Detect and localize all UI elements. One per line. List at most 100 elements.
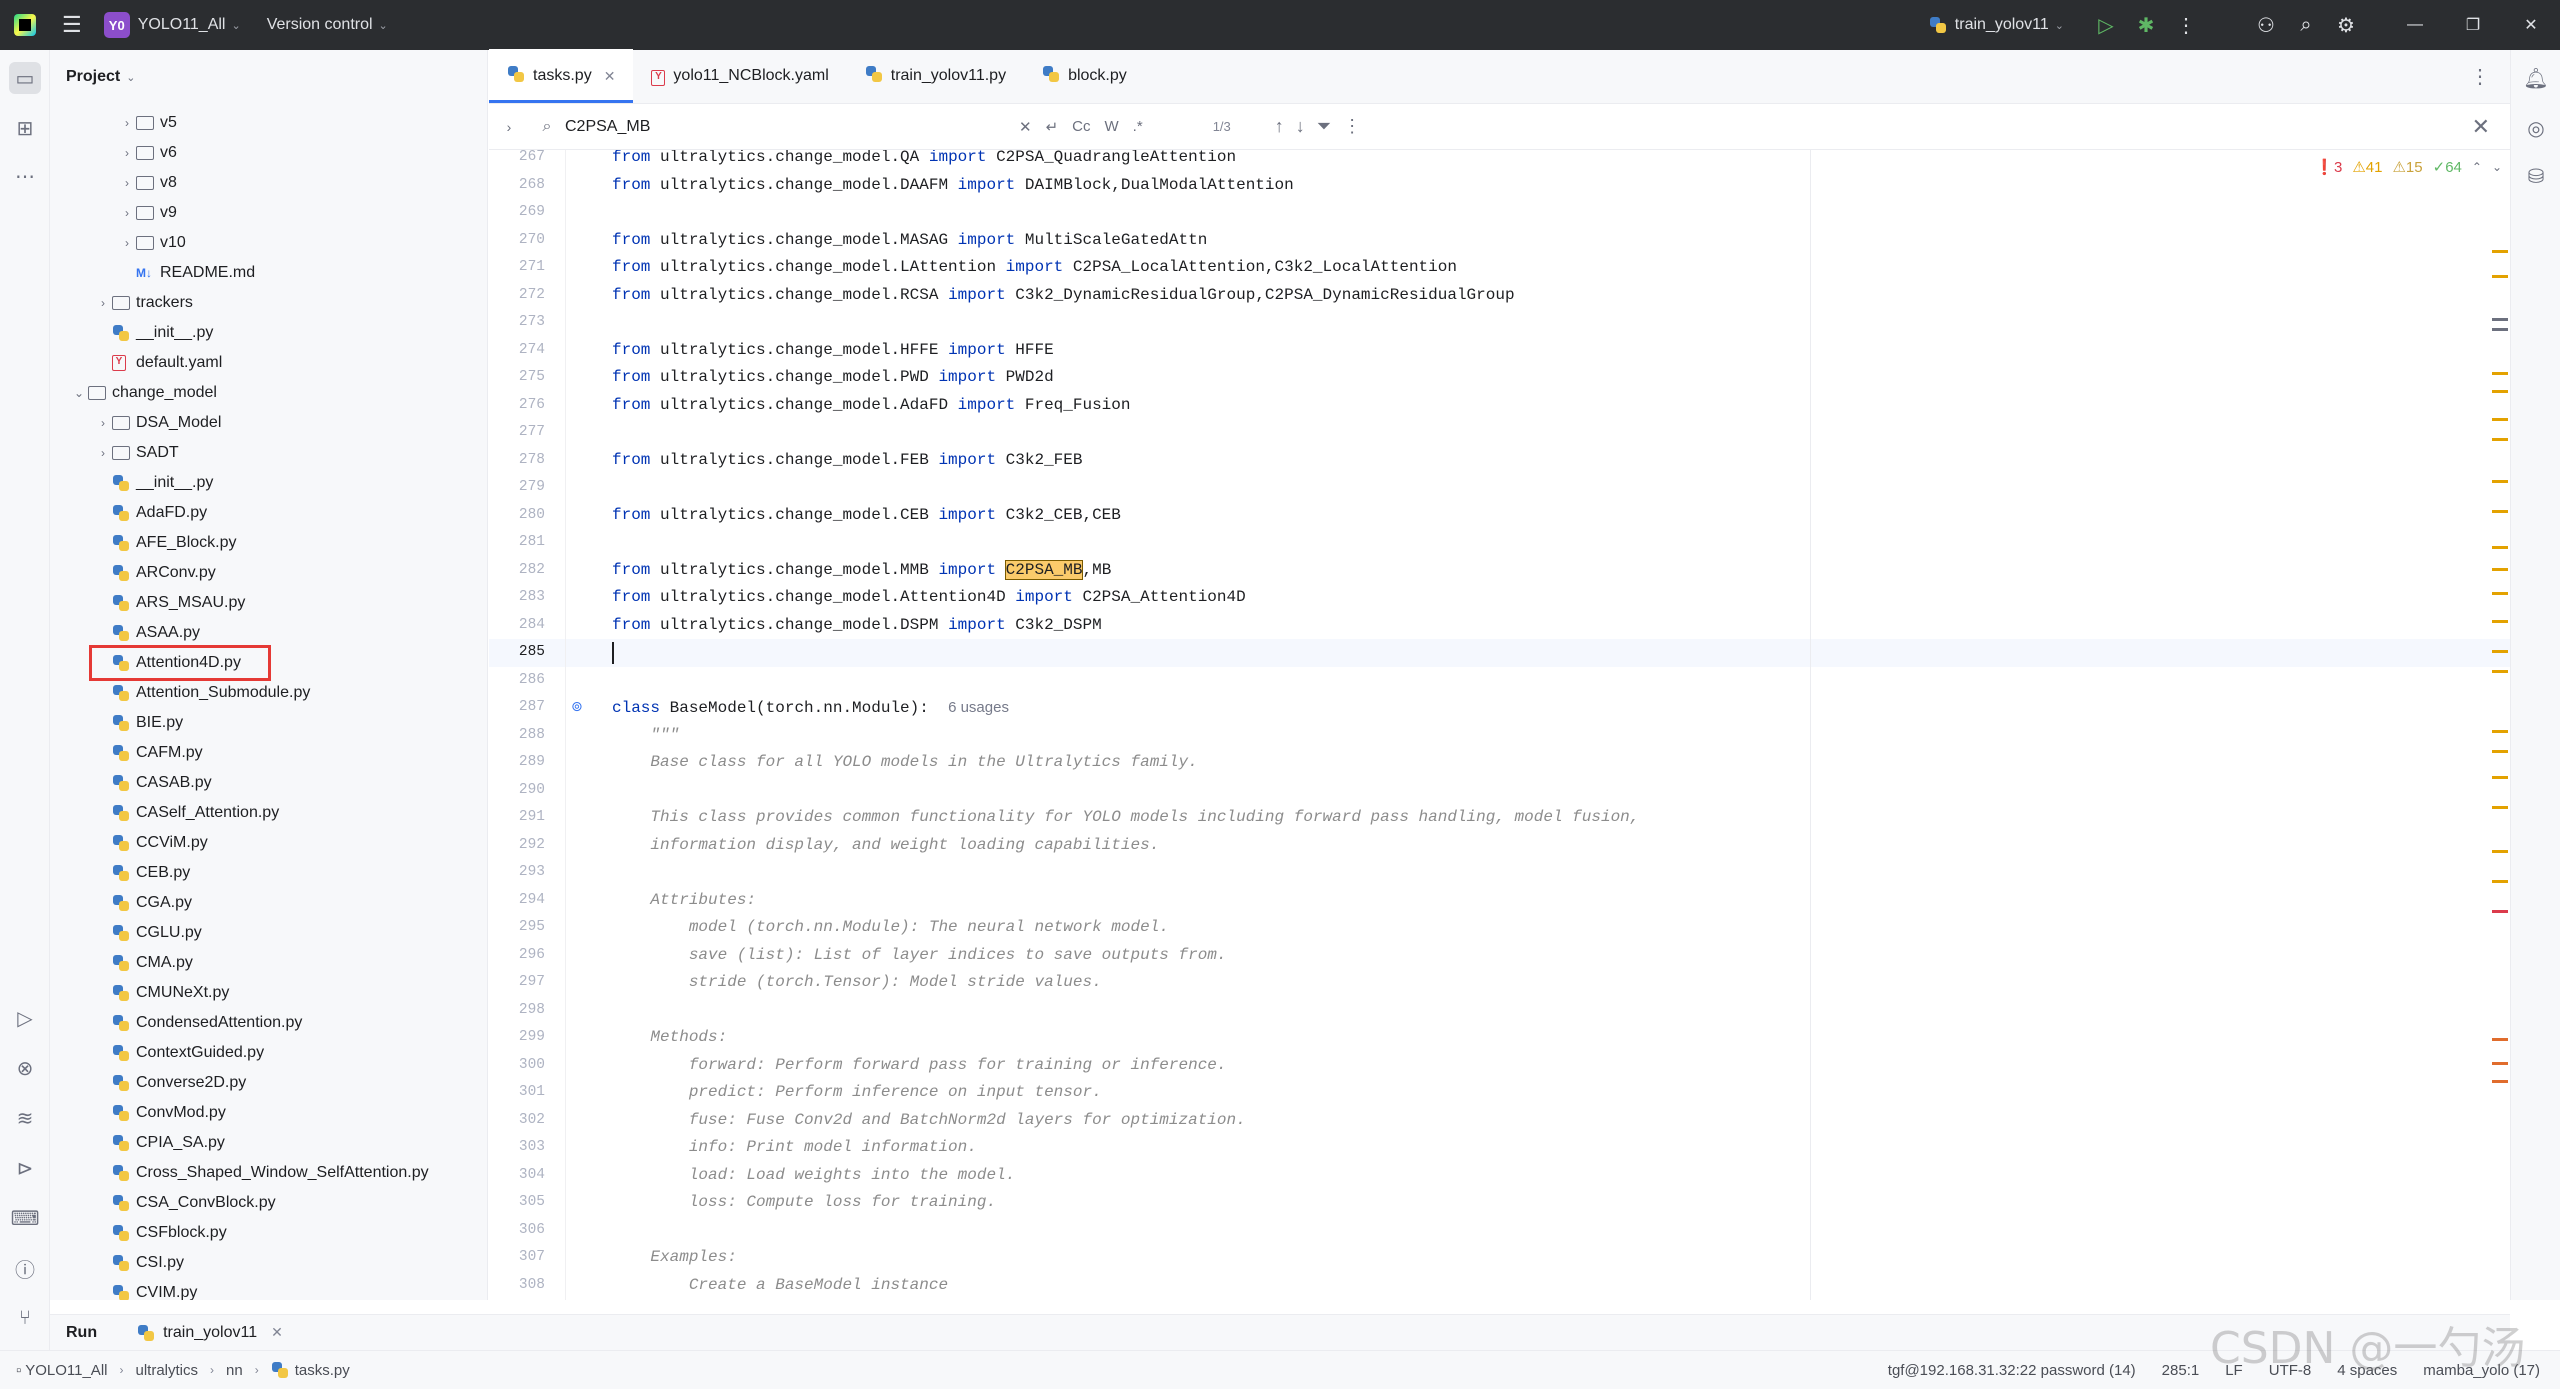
tree-item[interactable]: Converse2D.py [50,1068,487,1098]
tree-item[interactable]: CondensedAttention.py [50,1008,487,1038]
chevron-right-icon[interactable]: › [94,416,112,430]
match-case-toggle[interactable]: Cc [1072,118,1090,135]
code-line[interactable]: info: Print model information. [612,1134,977,1162]
tab-options-icon[interactable]: ⋮ [2470,64,2490,89]
error-stripe-mark[interactable] [2492,650,2508,653]
search-icon[interactable]: ⌕ [2286,14,2326,37]
settings-gear-icon[interactable]: ⚙ [2326,13,2366,38]
chevron-right-icon[interactable]: › [118,146,136,160]
debug-icon[interactable]: ✱ [2126,13,2166,38]
breadcrumb-item[interactable]: nn [226,1362,243,1379]
error-stripe-mark[interactable] [2492,318,2508,321]
code-line[interactable]: Create a BaseModel instance [612,1272,948,1300]
error-stripe-mark[interactable] [2492,1062,2508,1065]
more-tools-icon[interactable]: ⋯ [9,160,41,192]
code-line[interactable]: load: Load weights into the model. [612,1162,1015,1190]
code-line[interactable]: from ultralytics.change_model.LAttention… [612,254,1457,282]
code-line[interactable]: loss: Compute loss for training. [612,1189,996,1217]
error-count[interactable]: ❗3 [2315,158,2342,176]
tree-item[interactable]: CASelf_Attention.py [50,798,487,828]
tree-item[interactable]: Cross_Shaped_Window_SelfAttention.py [50,1158,487,1188]
chevron-right-icon[interactable]: › [94,296,112,310]
next-match-icon[interactable]: ↓ [1296,116,1305,137]
usages-hint[interactable]: 6 usages [948,699,1009,716]
tree-item[interactable]: BIE.py [50,708,487,738]
caret-position[interactable]: 285:1 [2162,1362,2200,1379]
run-tool-icon[interactable]: ▷ [9,1002,41,1034]
tree-item[interactable]: › v8 [50,168,487,198]
more-options-icon[interactable]: ⋮ [1343,116,1361,137]
code-editor[interactable]: ❗3 ⚠41 ⚠15 ✓64 ⌃ ⌄ 267 from ultralytics.c… [489,150,2510,1300]
tree-item[interactable]: Attention4D.py [89,645,271,681]
structure-icon[interactable]: ⊞ [9,112,41,144]
tree-item[interactable]: CASAB.py [50,768,487,798]
close-window-button[interactable]: ✕ [2502,15,2560,35]
error-stripe-mark[interactable] [2492,418,2508,421]
expand-replace-icon[interactable]: › [489,119,529,135]
error-stripe-mark[interactable] [2492,390,2508,393]
tree-item[interactable]: › DSA_Model [50,408,487,438]
tree-item[interactable]: CGLU.py [50,918,487,948]
tab-yolo11-ncblock-yaml[interactable]: Yyolo11_NCBlock.yaml [633,49,846,103]
code-line[interactable]: from ultralytics.change_model.DSPM impor… [612,612,1102,640]
code-line[interactable]: fuse: Fuse Conv2d and BatchNorm2d layers… [612,1107,1246,1135]
filter-icon[interactable]: ⏷ [1317,116,1331,137]
chevron-down-icon[interactable]: ⌄ [70,386,88,400]
tree-item[interactable]: ⌄ change_model [50,378,487,408]
remote-interpreter-status[interactable]: tgf@192.168.31.32:22 password (14) [1888,1362,2136,1379]
chevron-right-icon[interactable]: › [118,236,136,250]
code-line[interactable]: class BaseModel(torch.nn.Module): 6 usag… [612,694,1009,722]
clear-search-icon[interactable]: ✕ [1019,118,1032,136]
chevron-right-icon[interactable]: › [118,176,136,190]
code-line[interactable]: from ultralytics.change_model.HFFE impor… [612,337,1054,365]
search-input[interactable]: C2PSA_MB [565,118,1005,136]
code-line[interactable]: from ultralytics.change_model.MMB import… [612,557,1111,585]
code-line[interactable]: Base class for all YOLO models in the Ul… [612,749,1197,777]
error-stripe-mark[interactable] [2492,438,2508,441]
code-line[interactable]: from ultralytics.change_model.AdaFD impo… [612,392,1130,420]
close-tab-icon[interactable]: ✕ [604,68,616,85]
code-line[interactable]: Examples: [612,1244,736,1272]
error-stripe-mark[interactable] [2492,250,2508,253]
code-line[interactable]: """ [612,722,679,750]
tree-item[interactable]: CPIA_SA.py [50,1128,487,1158]
tree-item[interactable]: Attention_Submodule.py [50,678,487,708]
tree-item[interactable]: CSFblock.py [50,1218,487,1248]
error-stripe-mark[interactable] [2492,372,2508,375]
tree-item[interactable]: ContextGuided.py [50,1038,487,1068]
warning-count[interactable]: ⚠41 [2352,158,2382,176]
notifications-bell-icon[interactable]: 🔔︎ [2520,62,2552,94]
code-line[interactable]: information display, and weight loading … [612,832,1159,860]
new-line-icon[interactable]: ↵ [1046,118,1059,136]
implemented-by-icon[interactable]: ⊚ [571,699,583,715]
add-user-icon[interactable]: ⚇ [2246,13,2286,38]
project-folder-icon[interactable]: ▭ [9,62,41,94]
tab-train-yolov11-py[interactable]: train_yolov11.py [847,49,1024,103]
tree-item[interactable]: AdaFD.py [50,498,487,528]
tree-item[interactable]: ARS_MSAU.py [50,588,487,618]
inspection-widget[interactable]: ❗3 ⚠41 ⚠15 ✓64 ⌃ ⌄ [2315,158,2502,176]
code-line[interactable]: forward: Perform forward pass for traini… [612,1052,1227,1080]
services-icon[interactable]: ⊳ [9,1152,41,1184]
error-stripe-mark[interactable] [2492,568,2508,571]
tree-item[interactable]: CVIM.py [50,1278,487,1300]
tree-item[interactable]: CSI.py [50,1248,487,1278]
error-stripe-mark[interactable] [2492,806,2508,809]
code-line[interactable]: stride (torch.Tensor): Model stride valu… [612,969,1102,997]
python-console-icon[interactable]: ⊗ [9,1052,41,1084]
tab-tasks-py[interactable]: tasks.py ✕ [489,49,634,103]
tree-item[interactable]: AFE_Block.py [50,528,487,558]
chevron-right-icon[interactable]: › [94,446,112,460]
error-stripe-mark[interactable] [2492,275,2508,278]
project-panel-header[interactable]: Project ⌄ [50,50,487,104]
tree-item[interactable]: __init__.py [50,318,487,348]
tree-item[interactable]: › v5 [50,108,487,138]
terminal-icon[interactable]: ⌨ [9,1202,41,1234]
breadcrumb-item[interactable]: tasks.py [295,1362,350,1379]
error-stripe-mark[interactable] [2492,880,2508,883]
layers-icon[interactable]: ≋ [9,1102,41,1134]
tree-item[interactable]: CGA.py [50,888,487,918]
code-line[interactable]: from ultralytics.change_model.PWD import… [612,364,1054,392]
tree-item[interactable]: CMUNeXt.py [50,978,487,1008]
error-stripe-mark[interactable] [2492,776,2508,779]
